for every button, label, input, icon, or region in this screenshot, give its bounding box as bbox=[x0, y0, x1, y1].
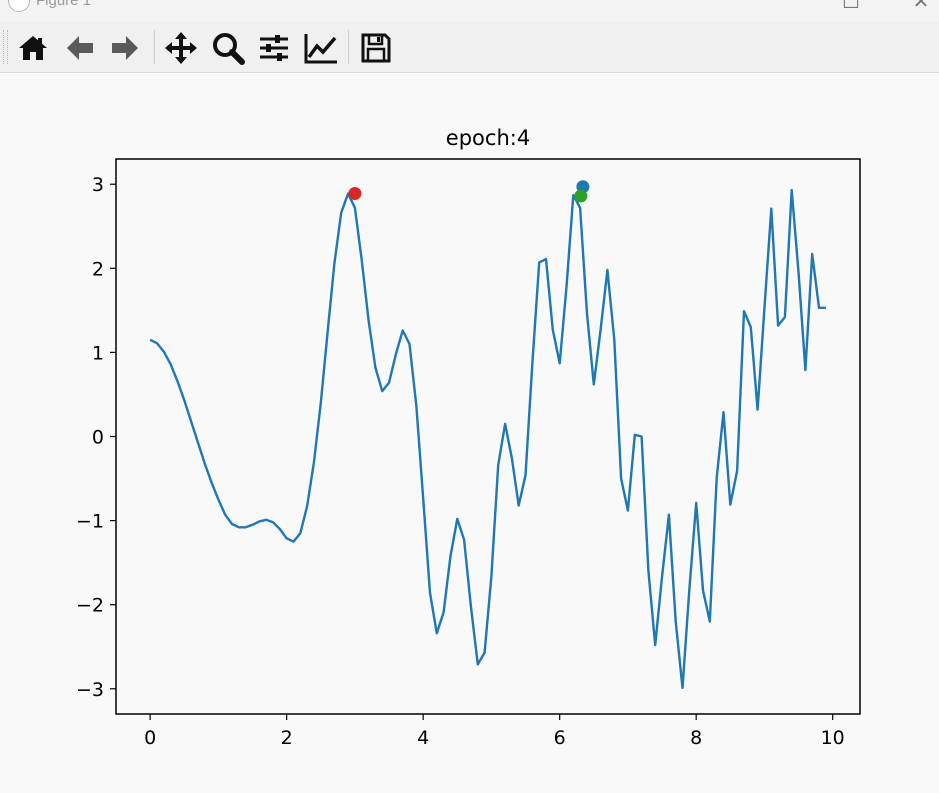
close-button[interactable]: ✕ bbox=[910, 0, 932, 12]
y-tick-label: 3 bbox=[92, 174, 104, 196]
back-arrow-icon bbox=[67, 36, 93, 60]
zoom-button[interactable] bbox=[210, 30, 246, 66]
save-button[interactable] bbox=[358, 30, 394, 66]
plot-area bbox=[116, 159, 860, 714]
y-tick-label: 1 bbox=[92, 342, 104, 364]
toolbar-separator bbox=[348, 30, 349, 64]
configure-subplots-icon bbox=[260, 35, 288, 61]
pan-icon bbox=[165, 32, 197, 64]
forward-button[interactable] bbox=[107, 30, 143, 66]
y-tick-label: 0 bbox=[92, 427, 104, 449]
x-tick-label: 10 bbox=[821, 727, 845, 749]
green-marker-point bbox=[574, 189, 588, 203]
navigation-toolbar bbox=[0, 22, 939, 73]
y-tick-label: −3 bbox=[76, 679, 104, 701]
x-tick-label: 6 bbox=[554, 727, 566, 749]
figure-canvas[interactable]: epoch:4 0 2 4 6 8 10 −3 −2 −1 0 1 2 3 bbox=[0, 73, 939, 793]
pan-button[interactable] bbox=[163, 30, 199, 66]
x-tick-label: 4 bbox=[417, 727, 429, 749]
y-tick-label: 2 bbox=[92, 258, 104, 280]
window-title: Figure 1 bbox=[36, 0, 92, 9]
configure-subplots-button[interactable] bbox=[256, 30, 292, 66]
chart-title: epoch:4 bbox=[446, 126, 530, 150]
app-icon bbox=[8, 0, 30, 12]
x-tick-label: 2 bbox=[281, 727, 293, 749]
zoom-icon bbox=[213, 33, 245, 65]
y-tick-label: −2 bbox=[76, 595, 104, 617]
y-tick-label: −1 bbox=[76, 511, 104, 533]
line-chart: epoch:4 0 2 4 6 8 10 −3 −2 −1 0 1 2 3 bbox=[76, 126, 861, 749]
edit-axis-button[interactable] bbox=[303, 30, 339, 66]
save-icon bbox=[361, 33, 391, 63]
x-tick-label: 8 bbox=[690, 727, 702, 749]
forward-arrow-icon bbox=[112, 36, 138, 60]
home-button[interactable] bbox=[15, 30, 51, 66]
home-icon bbox=[19, 36, 47, 60]
toolbar-grip[interactable] bbox=[3, 30, 8, 64]
x-tick-label: 0 bbox=[144, 727, 156, 749]
red-marker-point bbox=[348, 186, 362, 200]
maximize-button[interactable]: ☐ bbox=[840, 0, 862, 12]
title-bar: Figure 1 ☐ ✕ bbox=[0, 0, 939, 22]
edit-axis-icon bbox=[304, 34, 337, 64]
back-button[interactable] bbox=[62, 30, 98, 66]
toolbar-separator bbox=[154, 30, 155, 64]
